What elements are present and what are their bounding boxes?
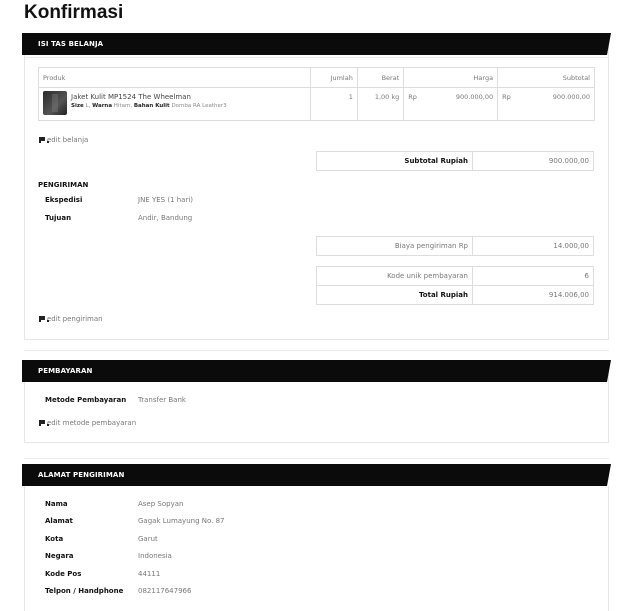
divider [24,57,609,58]
color-value: Hitam [113,103,131,109]
product-thumbnail[interactable] [43,91,67,115]
edit-cart-link[interactable]: edit belanja [38,136,88,144]
total-value: 914.006,00 [472,285,594,305]
address-country-value: Indonesia [138,552,172,560]
col-qty: Jumlah [310,67,358,88]
product-attributes: Size L, Warna Hitam, Bahan Kulit Domba R… [71,103,227,109]
payment-panel-title: PEMBAYARAN [38,367,93,375]
destination-value: Andir, Bandung [138,214,193,222]
shipping-section-label: PENGIRIMAN [38,181,89,189]
address-city-label: Kota [45,535,64,543]
edit-shipping-link[interactable]: edit pengiriman [38,315,103,323]
divider [24,458,609,459]
payment-panel-header: PEMBAYARAN [22,360,611,382]
col-price: Harga [403,67,499,88]
qty-cell: 1 [310,87,358,121]
shipping-cost-label: Biaya pengiriman Rp [316,236,473,256]
address-street-label: Alamat [45,517,73,525]
weight-cell: 1,00 kg [356,87,405,121]
address-country-label: Negara [45,552,74,560]
cart-panel-title: ISI TAS BELANJA [38,40,104,48]
edit-payment-label: edit metode pembayaran [47,419,137,427]
total-table: Kode unik pembayaran 6 Total Rupiah 914.… [316,266,594,305]
subtotal-currency: Rp [502,93,511,101]
subtotal-total-value: 900.000,00 [472,151,594,171]
cart-icon [38,316,49,322]
address-panel-title: ALAMAT PENGIRIMAN [38,471,125,479]
address-name-value: Asep Sopyan [138,500,184,508]
cart-icon [38,137,49,143]
expedition-value: JNE YES (1 hari) [138,196,194,204]
cart-subtotal-table: Subtotal Rupiah 900.000,00 [316,151,594,171]
cart-table-header: Produk Jumlah Berat Harga Subtotal [37,67,595,88]
product-name[interactable]: Jaket Kulit MP1524 The Wheelman [43,93,306,101]
price-cell: Rp 900.000,00 [403,87,499,121]
subtotal-value: 900.000,00 [552,93,590,101]
shipping-cost-table: Biaya pengiriman Rp 14.000,00 [316,236,594,256]
color-label: Warna [92,103,113,109]
address-phone-label: Telpon / Handphone [45,587,124,595]
address-panel-header: ALAMAT PENGIRIMAN [22,464,611,486]
size-value: L [85,103,89,109]
table-row: Jaket Kulit MP1524 The Wheelman Size L, … [37,87,595,121]
address-postal-value: 44111 [138,570,161,578]
address-street-value: Gagak Lumayung No. 87 [138,517,225,525]
unique-code-label: Kode unik pembayaran [316,266,473,286]
product-cell: Jaket Kulit MP1524 The Wheelman Size L, … [37,87,312,121]
address-phone-value: 082117647966 [138,587,192,595]
edit-payment-link[interactable]: edit metode pembayaran [38,419,136,427]
subtotal-label: Subtotal Rupiah [316,151,473,171]
subtotal-cell: Rp 900.000,00 [497,87,595,121]
col-weight: Berat [356,67,405,88]
shipping-cost-value: 14.000,00 [472,236,594,256]
page-title: Konfirmasi [24,2,124,23]
col-subtotal: Subtotal [497,67,595,88]
payment-method-label: Metode Pembayaran [45,396,127,404]
unique-code-value: 6 [472,266,594,286]
address-city-value: Garut [138,535,158,543]
edit-cart-label: edit belanja [47,136,89,144]
expedition-label: Ekspedisi [45,196,83,204]
cart-panel-header: ISI TAS BELANJA [22,33,611,55]
price-value: 900.000,00 [455,93,494,101]
destination-label: Tujuan [45,214,72,222]
cart-icon [38,420,49,426]
edit-shipping-label: edit pengiriman [47,315,103,323]
divider [24,350,609,351]
payment-method-value: Transfer Bank [138,396,186,404]
material-value: Domba RA Leather3 [171,103,227,109]
address-postal-label: Kode Pos [45,570,82,578]
material-label: Bahan Kulit [133,103,170,109]
address-name-label: Nama [45,500,68,508]
size-label: Size [71,103,84,109]
price-currency: Rp [408,93,417,101]
col-product: Produk [37,67,312,88]
total-label: Total Rupiah [316,285,473,305]
cart-table: Produk Jumlah Berat Harga Subtotal Jaket… [37,67,595,121]
